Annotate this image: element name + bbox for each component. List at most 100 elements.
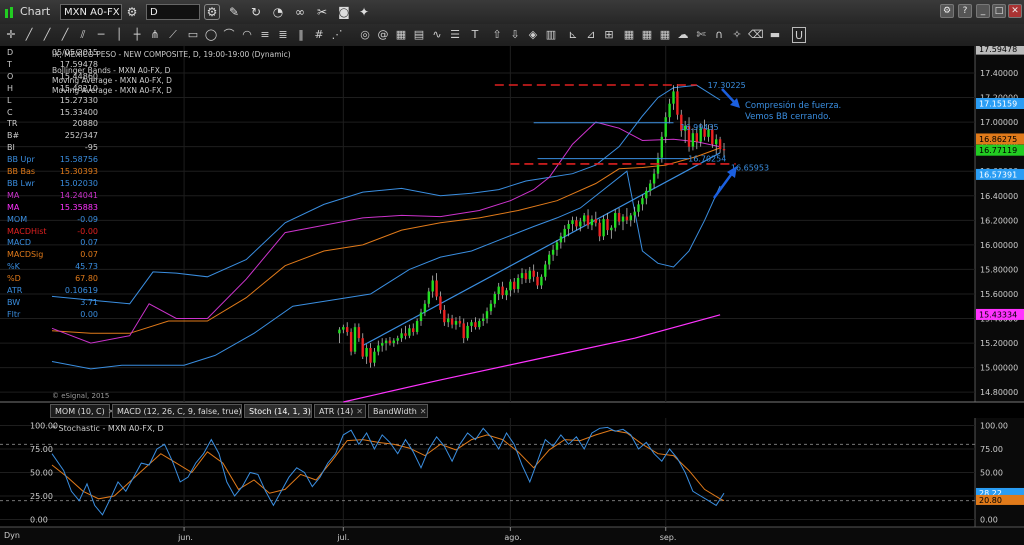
candle-body [384, 340, 388, 344]
maximize-button[interactable]: □ [992, 4, 1006, 18]
info-value: 14.24041 [59, 190, 98, 200]
candle-body [641, 198, 644, 205]
close-tab-icon[interactable]: ✕ [420, 407, 427, 416]
info-value: 15.30393 [59, 167, 98, 176]
rectangle-tool-icon[interactable]: ▭ [186, 27, 200, 43]
info-key: BB Upr [7, 155, 35, 165]
help-icon[interactable]: ? [958, 4, 972, 18]
eraser-icon[interactable]: ⌫ [748, 27, 764, 43]
candle-body [656, 157, 660, 174]
info-key: BW [7, 297, 21, 307]
candle-body [443, 309, 446, 323]
fib-time-icon[interactable]: ‖ [294, 27, 308, 43]
circle-tool-icon[interactable]: ◎ [358, 27, 372, 43]
table2-icon[interactable]: ▦ [640, 27, 654, 43]
candle-body [567, 224, 570, 229]
spiral-tool-icon[interactable]: @ [376, 27, 390, 43]
camera-icon[interactable]: ◙ [336, 4, 352, 20]
grid2-tool-icon[interactable]: ▤ [412, 27, 426, 43]
info-key: %K [7, 262, 20, 272]
screen-icon[interactable]: ▬ [768, 27, 782, 43]
candle-body [621, 216, 625, 222]
ellipse-tool-icon[interactable]: ◯ [204, 27, 218, 43]
hline-tool-icon[interactable]: ─ [94, 27, 108, 43]
candle-body [594, 219, 597, 223]
marker-icon[interactable]: ◈ [526, 27, 540, 43]
arrow-up-icon[interactable]: ⇧ [490, 27, 504, 43]
time-tick-label: ago. [504, 533, 521, 542]
candle-body [408, 328, 411, 336]
trend-tool-icon[interactable]: ╱ [58, 27, 72, 43]
chart-svg[interactable]: 17.3022516.9943516.7025416.65953 17.4000… [0, 46, 1024, 545]
cursor-icon[interactable]: ✛ [4, 27, 18, 43]
close-button[interactable]: ✕ [1008, 4, 1022, 18]
fan-icon[interactable]: ⟋ [166, 27, 180, 43]
indicator-tab-label: MOM (10, C) [55, 407, 105, 416]
indicator-tab[interactable]: Stoch (14, 1, 3)✕ [244, 404, 321, 418]
lock-icon[interactable]: U [792, 27, 806, 43]
grid-tool-icon[interactable]: ▦ [394, 27, 408, 43]
wave-tool-icon[interactable]: ∿ [430, 27, 444, 43]
close-tab-icon[interactable]: ✕ [356, 407, 363, 416]
tools-icon[interactable]: ✂ [314, 4, 330, 20]
info-value: 05/05/2015 [51, 48, 98, 57]
interval-gear-icon[interactable]: ⚙ [204, 4, 220, 20]
info-value: 0.00 [80, 309, 98, 319]
cloud-icon[interactable]: ☁ [676, 27, 690, 43]
candle-body [365, 348, 368, 357]
info-key: D [7, 48, 14, 57]
candle-body [369, 348, 372, 363]
stoch-tick-label-right: 75.00 [980, 445, 1003, 454]
arrow-down-icon[interactable]: ⇩ [508, 27, 522, 43]
candle-body [606, 219, 609, 231]
candle-body [482, 318, 485, 321]
gear-window-icon[interactable]: ⚙ [940, 4, 954, 18]
candle-body [412, 328, 415, 332]
pitchfork-icon[interactable]: ⋔ [148, 27, 162, 43]
minimize-button[interactable]: _ [976, 4, 990, 18]
candle-body [548, 254, 551, 265]
bars-tool-icon[interactable]: ▥ [544, 27, 558, 43]
scissors-icon[interactable]: ✄ [694, 27, 708, 43]
twitter-icon[interactable]: ✦ [356, 4, 372, 20]
interval-input[interactable]: D [146, 4, 200, 20]
magnet-icon[interactable]: ∩ [712, 27, 726, 43]
gann-icon[interactable]: # [312, 27, 326, 43]
candle-body [676, 91, 679, 115]
table-icon[interactable]: ▦ [622, 27, 636, 43]
table3-icon[interactable]: ▦ [658, 27, 672, 43]
info-row: Fltr 0.00 [4, 309, 98, 320]
indicator-tab[interactable]: MACD (12, 26, C, 9, false, true)✕ [112, 404, 251, 418]
pencil-icon[interactable]: ✎ [226, 4, 242, 20]
clock-icon[interactable]: ◔ [270, 4, 286, 20]
lines-tool-icon[interactable]: ☰ [448, 27, 462, 43]
ruler-icon[interactable]: ⊞ [602, 27, 616, 43]
arc-tool-icon[interactable]: ◠ [240, 27, 254, 43]
indicator-tab[interactable]: BandWidth ✕ [368, 404, 428, 418]
fib-tool-icon[interactable]: ≡ [258, 27, 272, 43]
line-tool-icon[interactable]: ╱ [22, 27, 36, 43]
wand-icon[interactable]: ✧ [730, 27, 744, 43]
channel-tool-icon[interactable]: ⫽ [76, 27, 90, 43]
cycle-tool-icon[interactable]: ⌒ [222, 27, 236, 43]
candle-body [497, 286, 500, 294]
price-badge-label: 17.59478 [979, 46, 1017, 54]
link-icon[interactable]: ∞ [292, 4, 308, 20]
symbol-gear-icon[interactable]: ⚙ [124, 4, 140, 20]
text-tool-icon[interactable]: T [468, 27, 482, 43]
regression-icon[interactable]: ⋰ [330, 27, 344, 43]
cross-tool-icon[interactable]: ┼ [130, 27, 144, 43]
ray-tool-icon[interactable]: ╱ [40, 27, 54, 43]
price-badge-label: 16.77119 [979, 146, 1017, 155]
indicator-tab[interactable]: ATR (14) ✕ [314, 404, 366, 418]
candle-body [439, 296, 442, 310]
time-axis-label: Dyn [4, 531, 20, 540]
measure-icon[interactable]: ⊾ [566, 27, 580, 43]
refresh-icon[interactable]: ↻ [248, 4, 264, 20]
measure2-icon[interactable]: ⊿ [584, 27, 598, 43]
fib-ext-icon[interactable]: ≣ [276, 27, 290, 43]
indicator-tab[interactable]: MOM (10, C)✕ [50, 404, 114, 418]
vline-tool-icon[interactable]: │ [112, 27, 126, 43]
symbol-input[interactable]: MXN A0-FX [60, 4, 122, 20]
info-row: BB Bas 15.30393 [4, 166, 98, 177]
